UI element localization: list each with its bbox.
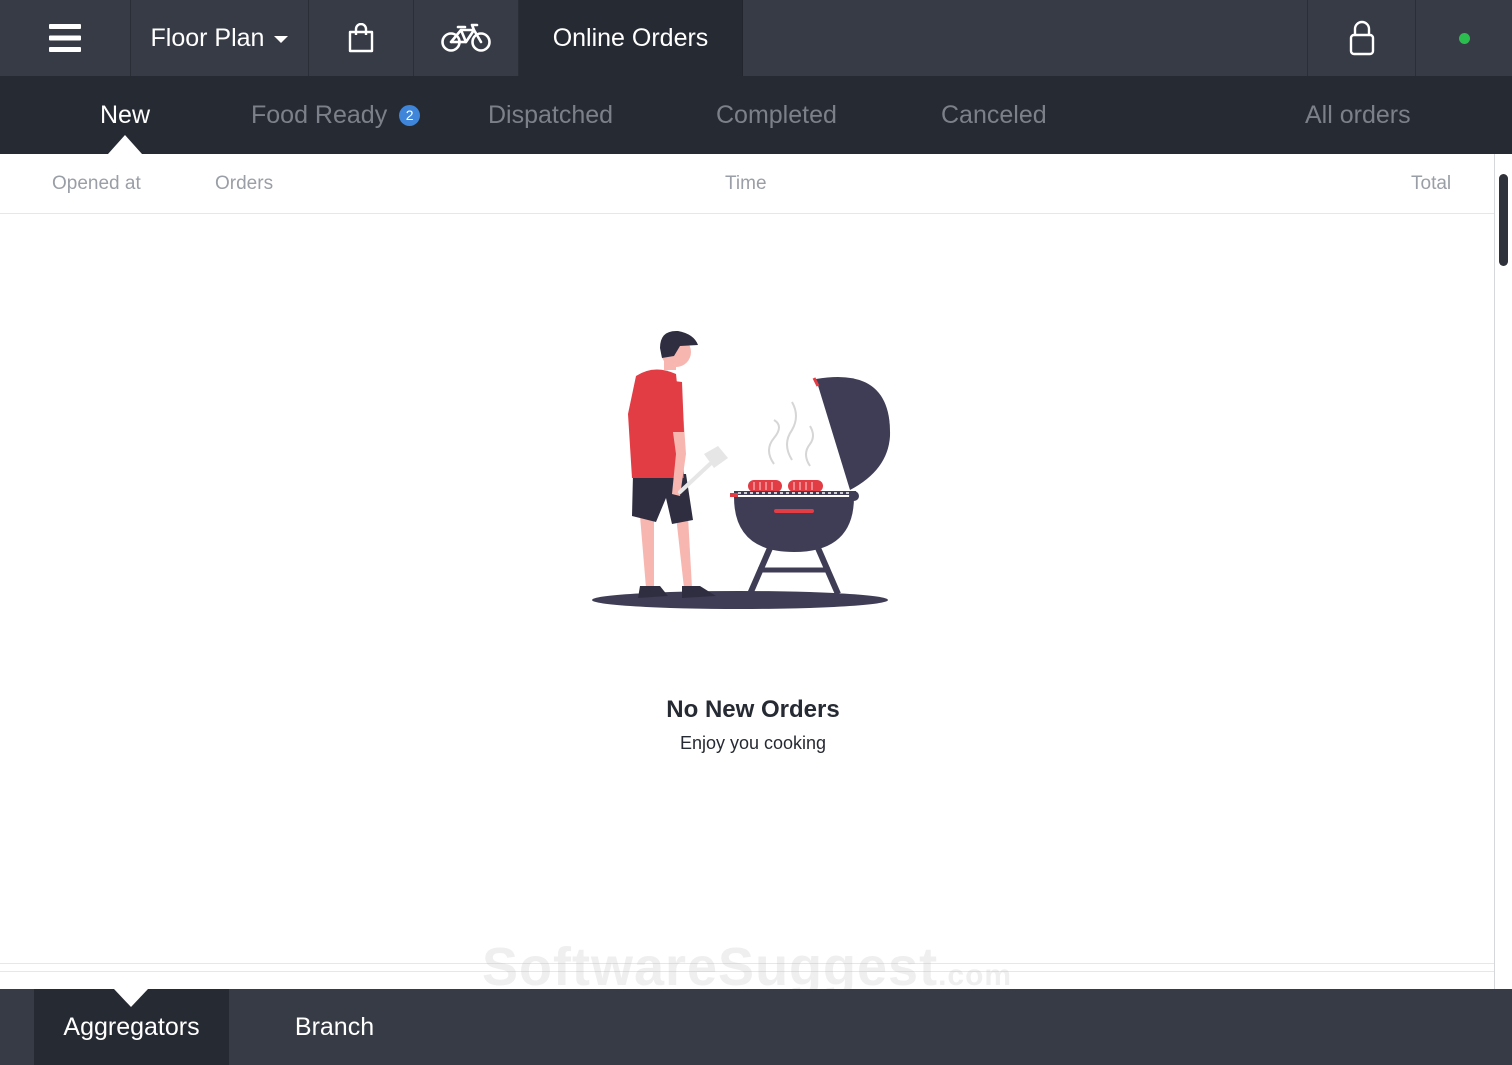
active-tab-pointer bbox=[108, 135, 142, 154]
floor-plan-dropdown[interactable]: Floor Plan bbox=[131, 0, 309, 76]
bicycle-icon bbox=[441, 23, 491, 52]
bottom-tabs: Aggregators Branch bbox=[0, 989, 1512, 1065]
column-orders[interactable]: Orders bbox=[215, 173, 273, 195]
column-total[interactable]: Total bbox=[1411, 173, 1451, 195]
scrollbar-thumb[interactable] bbox=[1499, 174, 1508, 266]
lock-button[interactable] bbox=[1308, 0, 1416, 76]
column-opened-at[interactable]: Opened at bbox=[52, 173, 141, 195]
watermark-text: SoftwareSuggest bbox=[482, 937, 939, 997]
delivery-button[interactable] bbox=[414, 0, 519, 76]
count-badge: 2 bbox=[399, 104, 421, 126]
order-status-tabs: New Food Ready 2 Dispatched Completed Ca… bbox=[0, 76, 1512, 154]
tab-food-ready-label: Food Ready bbox=[251, 100, 388, 129]
top-toolbar: Floor Plan Online Orders bbox=[0, 0, 1512, 76]
column-time[interactable]: Time bbox=[725, 173, 767, 195]
watermark-suffix: .com bbox=[938, 959, 1013, 992]
tab-branch[interactable]: Branch bbox=[262, 989, 407, 1065]
floor-plan-label: Floor Plan bbox=[150, 23, 265, 52]
person-grilling-illustration bbox=[592, 330, 891, 609]
connection-status bbox=[1416, 0, 1512, 76]
tab-dispatched[interactable]: Dispatched bbox=[488, 76, 613, 154]
menu-button[interactable] bbox=[0, 0, 131, 76]
chevron-down-icon bbox=[274, 36, 289, 43]
tab-food-ready[interactable]: Food Ready 2 bbox=[251, 76, 421, 154]
hamburger-icon bbox=[49, 24, 81, 52]
online-orders-label: Online Orders bbox=[552, 23, 709, 52]
status-dot-icon bbox=[1458, 32, 1470, 44]
tab-all-orders[interactable]: All orders bbox=[1305, 76, 1411, 154]
takeaway-button[interactable] bbox=[309, 0, 414, 76]
online-orders-tab[interactable]: Online Orders bbox=[519, 0, 743, 76]
lock-icon bbox=[1349, 20, 1374, 56]
scrollbar[interactable] bbox=[1494, 154, 1512, 989]
orders-table-header: Opened at Orders Time Total bbox=[0, 154, 1494, 214]
shopping-bag-icon bbox=[348, 23, 374, 53]
tab-completed[interactable]: Completed bbox=[716, 76, 837, 154]
empty-state-subtitle: Enjoy you cooking bbox=[679, 733, 827, 753]
tab-canceled[interactable]: Canceled bbox=[941, 76, 1047, 154]
empty-state-title: No New Orders bbox=[666, 696, 840, 723]
active-bottom-tab-pointer bbox=[114, 989, 148, 1007]
toolbar-spacer bbox=[743, 0, 1308, 76]
